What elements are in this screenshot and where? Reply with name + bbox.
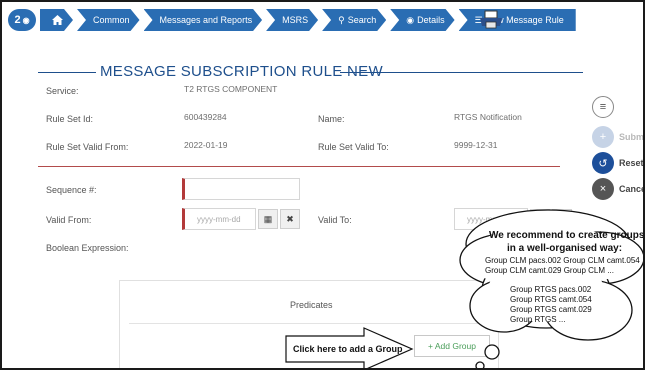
rule-set-id-label: Rule Set Id: [46,114,94,124]
sequence-label: Sequence #: [46,185,97,195]
title-rule-left [38,72,96,73]
rule-valid-from-label: Valid From: [46,215,92,225]
breadcrumb-messages-and-reports[interactable]: Messages and Reports [144,9,263,31]
valid-to-label: Rule Set Valid To: [318,142,389,152]
breadcrumb-label: MSRS [282,15,309,25]
reset-label[interactable]: Reset [619,158,643,168]
recommendation-cloud [459,209,643,368]
breadcrumb-label: Common [93,15,130,25]
sequence-input[interactable] [182,178,300,200]
clear-date-icon[interactable]: ✖ [280,209,300,229]
section-divider [38,166,560,167]
cloud-clm-line1: Group CLM pacs.002 Group CLM camt.054 [485,256,640,265]
breadcrumb-search[interactable]: ⚲ Search [322,9,386,31]
breadcrumb-label: Messages and Reports [159,15,253,25]
cloud-rtgs-line: Group RTGS pacs.002 [510,285,592,294]
breadcrumb-common[interactable]: Common [77,9,140,31]
breadcrumb-label: Details [417,15,445,25]
valid-from-input[interactable]: yyyy-mm-dd [182,208,256,230]
callout-arrow-text: Click here to add a Group [293,344,403,354]
cancel-label[interactable]: Cancel [619,184,643,194]
search-icon: ⚲ [338,14,345,25]
page-title-row: MESSAGE SUBSCRIPTION RULE NEW [38,62,583,82]
step-badge[interactable]: 2 ◉ [8,9,36,31]
app-frame: 2 ◉ Common Messages and Reports MSRS ⚲ Se… [0,0,645,370]
calendar-icon[interactable]: ▦ [258,209,278,229]
reset-button[interactable]: ↺ [592,152,614,174]
step-number: 2 [14,14,21,26]
submit-button[interactable]: + [592,126,614,148]
boolean-expression-label: Boolean Expression: [46,243,129,253]
breadcrumb-details[interactable]: ◉ Details [390,9,454,31]
cloud-heading-line2: in a well-organised way: [507,243,623,254]
name-label: Name: [318,114,345,124]
service-label: Service: [46,86,79,96]
hamburger-icon: ≡ [599,101,607,113]
menu-button[interactable]: ≡ [592,96,614,118]
valid-from-value: 2022-01-19 [184,140,228,150]
cloud-heading-line1: We recommend to create groups [489,230,645,241]
breadcrumb-label: Search [347,15,377,25]
title-rule-right [340,72,583,73]
name-value: RTGS Notification [454,112,522,122]
cloud-rtgs-line: Group RTGS camt.054 [510,295,592,304]
submit-label[interactable]: Submit [619,132,643,142]
eye-icon: ◉ [406,14,415,25]
valid-from-label: Rule Set Valid From: [46,142,129,152]
predicates-divider [129,323,491,324]
cloud-rtgs-line: Group RTGS camt.029 [510,305,592,314]
cloud-rtgs-line: Group RTGS ... [510,315,566,324]
valid-to-value: 9999-12-31 [454,140,498,150]
printer-icon[interactable] [477,10,505,30]
breadcrumb-msrs[interactable]: MSRS [266,9,318,31]
breadcrumb-home[interactable] [40,9,73,31]
predicates-title: Predicates [290,300,333,310]
cloud-clm-line2: Group CLM camt.029 Group CLM ... [485,266,614,275]
rule-valid-to-label: Valid To: [318,215,352,225]
plus-icon: + [599,131,607,143]
home-icon [52,15,63,25]
undo-icon: ↺ [598,157,608,170]
service-value: T2 RTGS COMPONENT [184,84,278,94]
eye-icon: ◉ [22,15,30,25]
rule-set-id-value: 600439284 [184,112,227,122]
valid-from-placeholder: yyyy-mm-dd [197,215,241,224]
